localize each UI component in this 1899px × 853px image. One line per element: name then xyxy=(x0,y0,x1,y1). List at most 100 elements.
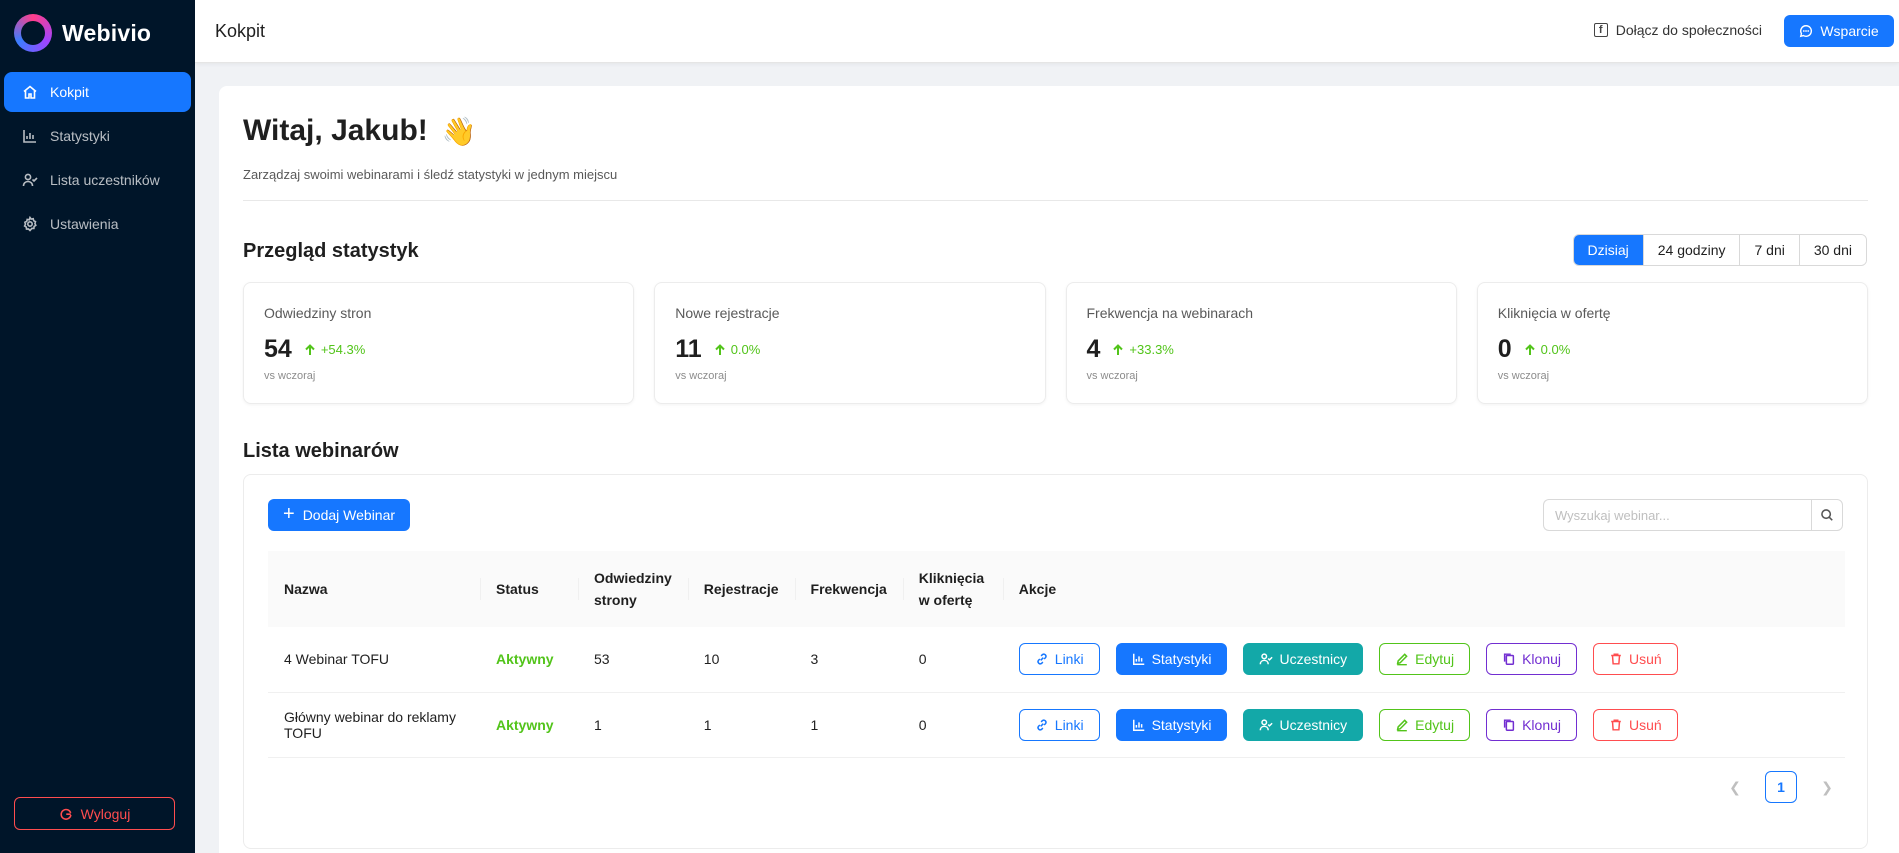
gear-icon xyxy=(23,216,37,232)
stat-compare: vs wczoraj xyxy=(675,370,727,382)
row-actions: Linki Statystyki Uczestnicy Edytuj Klonu… xyxy=(1003,692,1845,757)
arrow-up-icon xyxy=(305,343,315,355)
join-community-link[interactable]: f Dołącz do społeczności xyxy=(1593,22,1762,38)
links-button[interactable]: Linki xyxy=(1018,708,1100,741)
sidebar-item-ustawienia[interactable]: Ustawienia xyxy=(4,204,191,244)
webinars-table: Nazwa Status Odwiedziny strony Rejestrac… xyxy=(268,551,1845,758)
stat-change: 0.0% xyxy=(1524,342,1571,357)
delete-button[interactable]: Usuń xyxy=(1593,708,1678,741)
webinar-name: Główny webinar do reklamy TOFU xyxy=(284,708,456,741)
stat-label: Kliknięcia w ofertę xyxy=(1497,305,1611,321)
support-button[interactable]: Wsparcie xyxy=(1784,15,1894,47)
search-input[interactable] xyxy=(1543,499,1811,531)
statistics-button[interactable]: Statystyki xyxy=(1115,708,1228,741)
arrow-up-icon xyxy=(1524,343,1535,355)
edit-label: Edytuj xyxy=(1415,716,1455,733)
link-icon xyxy=(1037,718,1047,731)
copy-icon xyxy=(1503,718,1515,731)
stat-compare: vs wczoraj xyxy=(1086,370,1138,382)
users-icon xyxy=(1260,718,1274,730)
next-page-chevron-icon[interactable]: ❯ xyxy=(1811,771,1843,803)
stat-compare: vs wczoraj xyxy=(264,370,316,382)
status-badge: Aktywny xyxy=(496,651,554,668)
participants-label: Uczestnicy xyxy=(1279,716,1348,733)
sidebar-item-lista-uczestnikow[interactable]: Lista uczestników xyxy=(4,160,191,200)
links-button[interactable]: Linki xyxy=(1018,643,1100,676)
webinar-search xyxy=(1543,499,1843,531)
sidebar: Webivio Kokpit Statystyki Lista uczestni… xyxy=(0,0,195,853)
bar-chart-icon xyxy=(23,130,36,143)
sidebar-item-kokpit[interactable]: Kokpit xyxy=(4,72,191,112)
copy-icon xyxy=(1503,653,1515,666)
period-7d[interactable]: 7 dni xyxy=(1739,235,1799,265)
search-icon xyxy=(1821,509,1833,521)
stat-change-value: +33.3% xyxy=(1129,342,1174,357)
cell-registrations: 1 xyxy=(703,716,712,733)
webinars-card: + Dodaj Webinar Nazwa Status Odwiedziny … xyxy=(243,474,1868,849)
clone-button[interactable]: Klonuj xyxy=(1486,643,1578,676)
statistics-label: Statystyki xyxy=(1151,716,1212,733)
stat-change-value: 0.0% xyxy=(1540,342,1571,357)
column-header[interactable]: Status xyxy=(480,551,578,627)
clone-label: Klonuj xyxy=(1522,651,1562,668)
google-icon xyxy=(60,808,72,820)
stat-label: Nowe rejestracje xyxy=(675,305,780,321)
edit-button[interactable]: Edytuj xyxy=(1379,708,1471,741)
stat-value: 4 xyxy=(1086,335,1101,363)
logout-label: Wyloguj xyxy=(80,805,131,822)
home-icon xyxy=(23,85,37,99)
users-icon xyxy=(1260,653,1274,665)
column-header[interactable]: Frekwencja xyxy=(795,551,903,627)
arrow-up-icon xyxy=(1113,343,1124,355)
stat-change-value: 0.0% xyxy=(730,342,761,357)
stat-change: 0.0% xyxy=(714,342,761,357)
column-header[interactable]: Nazwa xyxy=(268,551,480,627)
cell-clicks: 0 xyxy=(918,716,927,733)
edit-label: Edytuj xyxy=(1415,651,1455,668)
table-row: Główny webinar do reklamy TOFU Aktywny 1… xyxy=(268,692,1845,757)
statistics-button[interactable]: Statystyki xyxy=(1115,643,1228,676)
bar-chart-icon xyxy=(1132,719,1144,731)
pencil-icon xyxy=(1396,653,1408,666)
period-24h[interactable]: 24 godziny xyxy=(1642,235,1740,265)
brand-logo-icon xyxy=(14,14,52,52)
cell-clicks: 0 xyxy=(918,651,927,668)
page-number[interactable]: 1 xyxy=(1765,771,1797,803)
stat-value: 11 xyxy=(675,335,702,363)
column-header[interactable]: Odwiedziny strony xyxy=(578,551,688,627)
logout-button[interactable]: Wyloguj xyxy=(14,797,175,830)
edit-button[interactable]: Edytuj xyxy=(1379,643,1471,676)
sidebar-nav: Kokpit Statystyki Lista uczestników Usta… xyxy=(0,72,195,248)
page-title: Kokpit xyxy=(215,21,266,41)
cell-registrations: 10 xyxy=(703,651,720,668)
search-button[interactable] xyxy=(1811,499,1843,531)
stat-card-new-registrations: Nowe rejestracje 11 0.0% vs wczoraj xyxy=(654,282,1046,404)
stat-change: +54.3% xyxy=(304,342,365,357)
plus-icon: + xyxy=(283,503,295,525)
webinar-name: 4 Webinar TOFU xyxy=(284,651,390,668)
pencil-icon xyxy=(1396,718,1408,731)
participants-button[interactable]: Uczestnicy xyxy=(1243,643,1364,676)
period-30d[interactable]: 30 dni xyxy=(1798,235,1866,265)
chat-icon xyxy=(1800,25,1813,38)
add-webinar-button[interactable]: + Dodaj Webinar xyxy=(268,499,411,531)
clone-button[interactable]: Klonuj xyxy=(1486,708,1578,741)
table-header-row: Nazwa Status Odwiedziny strony Rejestrac… xyxy=(268,551,1845,627)
prev-page-chevron-icon[interactable]: ❮ xyxy=(1719,771,1751,803)
sidebar-item-statystyki[interactable]: Statystyki xyxy=(4,116,191,156)
brand[interactable]: Webivio xyxy=(14,14,151,52)
community-label: Dołącz do społeczności xyxy=(1615,22,1762,38)
period-today[interactable]: Dzisiaj xyxy=(1573,235,1643,265)
statistics-label: Statystyki xyxy=(1151,651,1212,668)
column-header[interactable]: Kliknięcia w ofertę xyxy=(903,551,1003,627)
column-header[interactable]: Rejestracje xyxy=(688,551,795,627)
welcome-subtitle: Zarządzaj swoimi webinarami i śledź stat… xyxy=(243,167,618,182)
stat-card-page-visits: Odwiedziny stron 54 +54.3% vs wczoraj xyxy=(243,282,635,404)
brand-name: Webivio xyxy=(62,19,152,46)
add-webinar-label: Dodaj Webinar xyxy=(302,507,396,523)
sidebar-item-label: Kokpit xyxy=(50,84,89,100)
participants-button[interactable]: Uczestnicy xyxy=(1243,708,1364,741)
dashboard-content: Witaj, Jakub! 👋 Zarządzaj swoimi webinar… xyxy=(219,86,1899,853)
delete-button[interactable]: Usuń xyxy=(1593,643,1678,676)
sidebar-item-label: Ustawienia xyxy=(50,216,119,232)
